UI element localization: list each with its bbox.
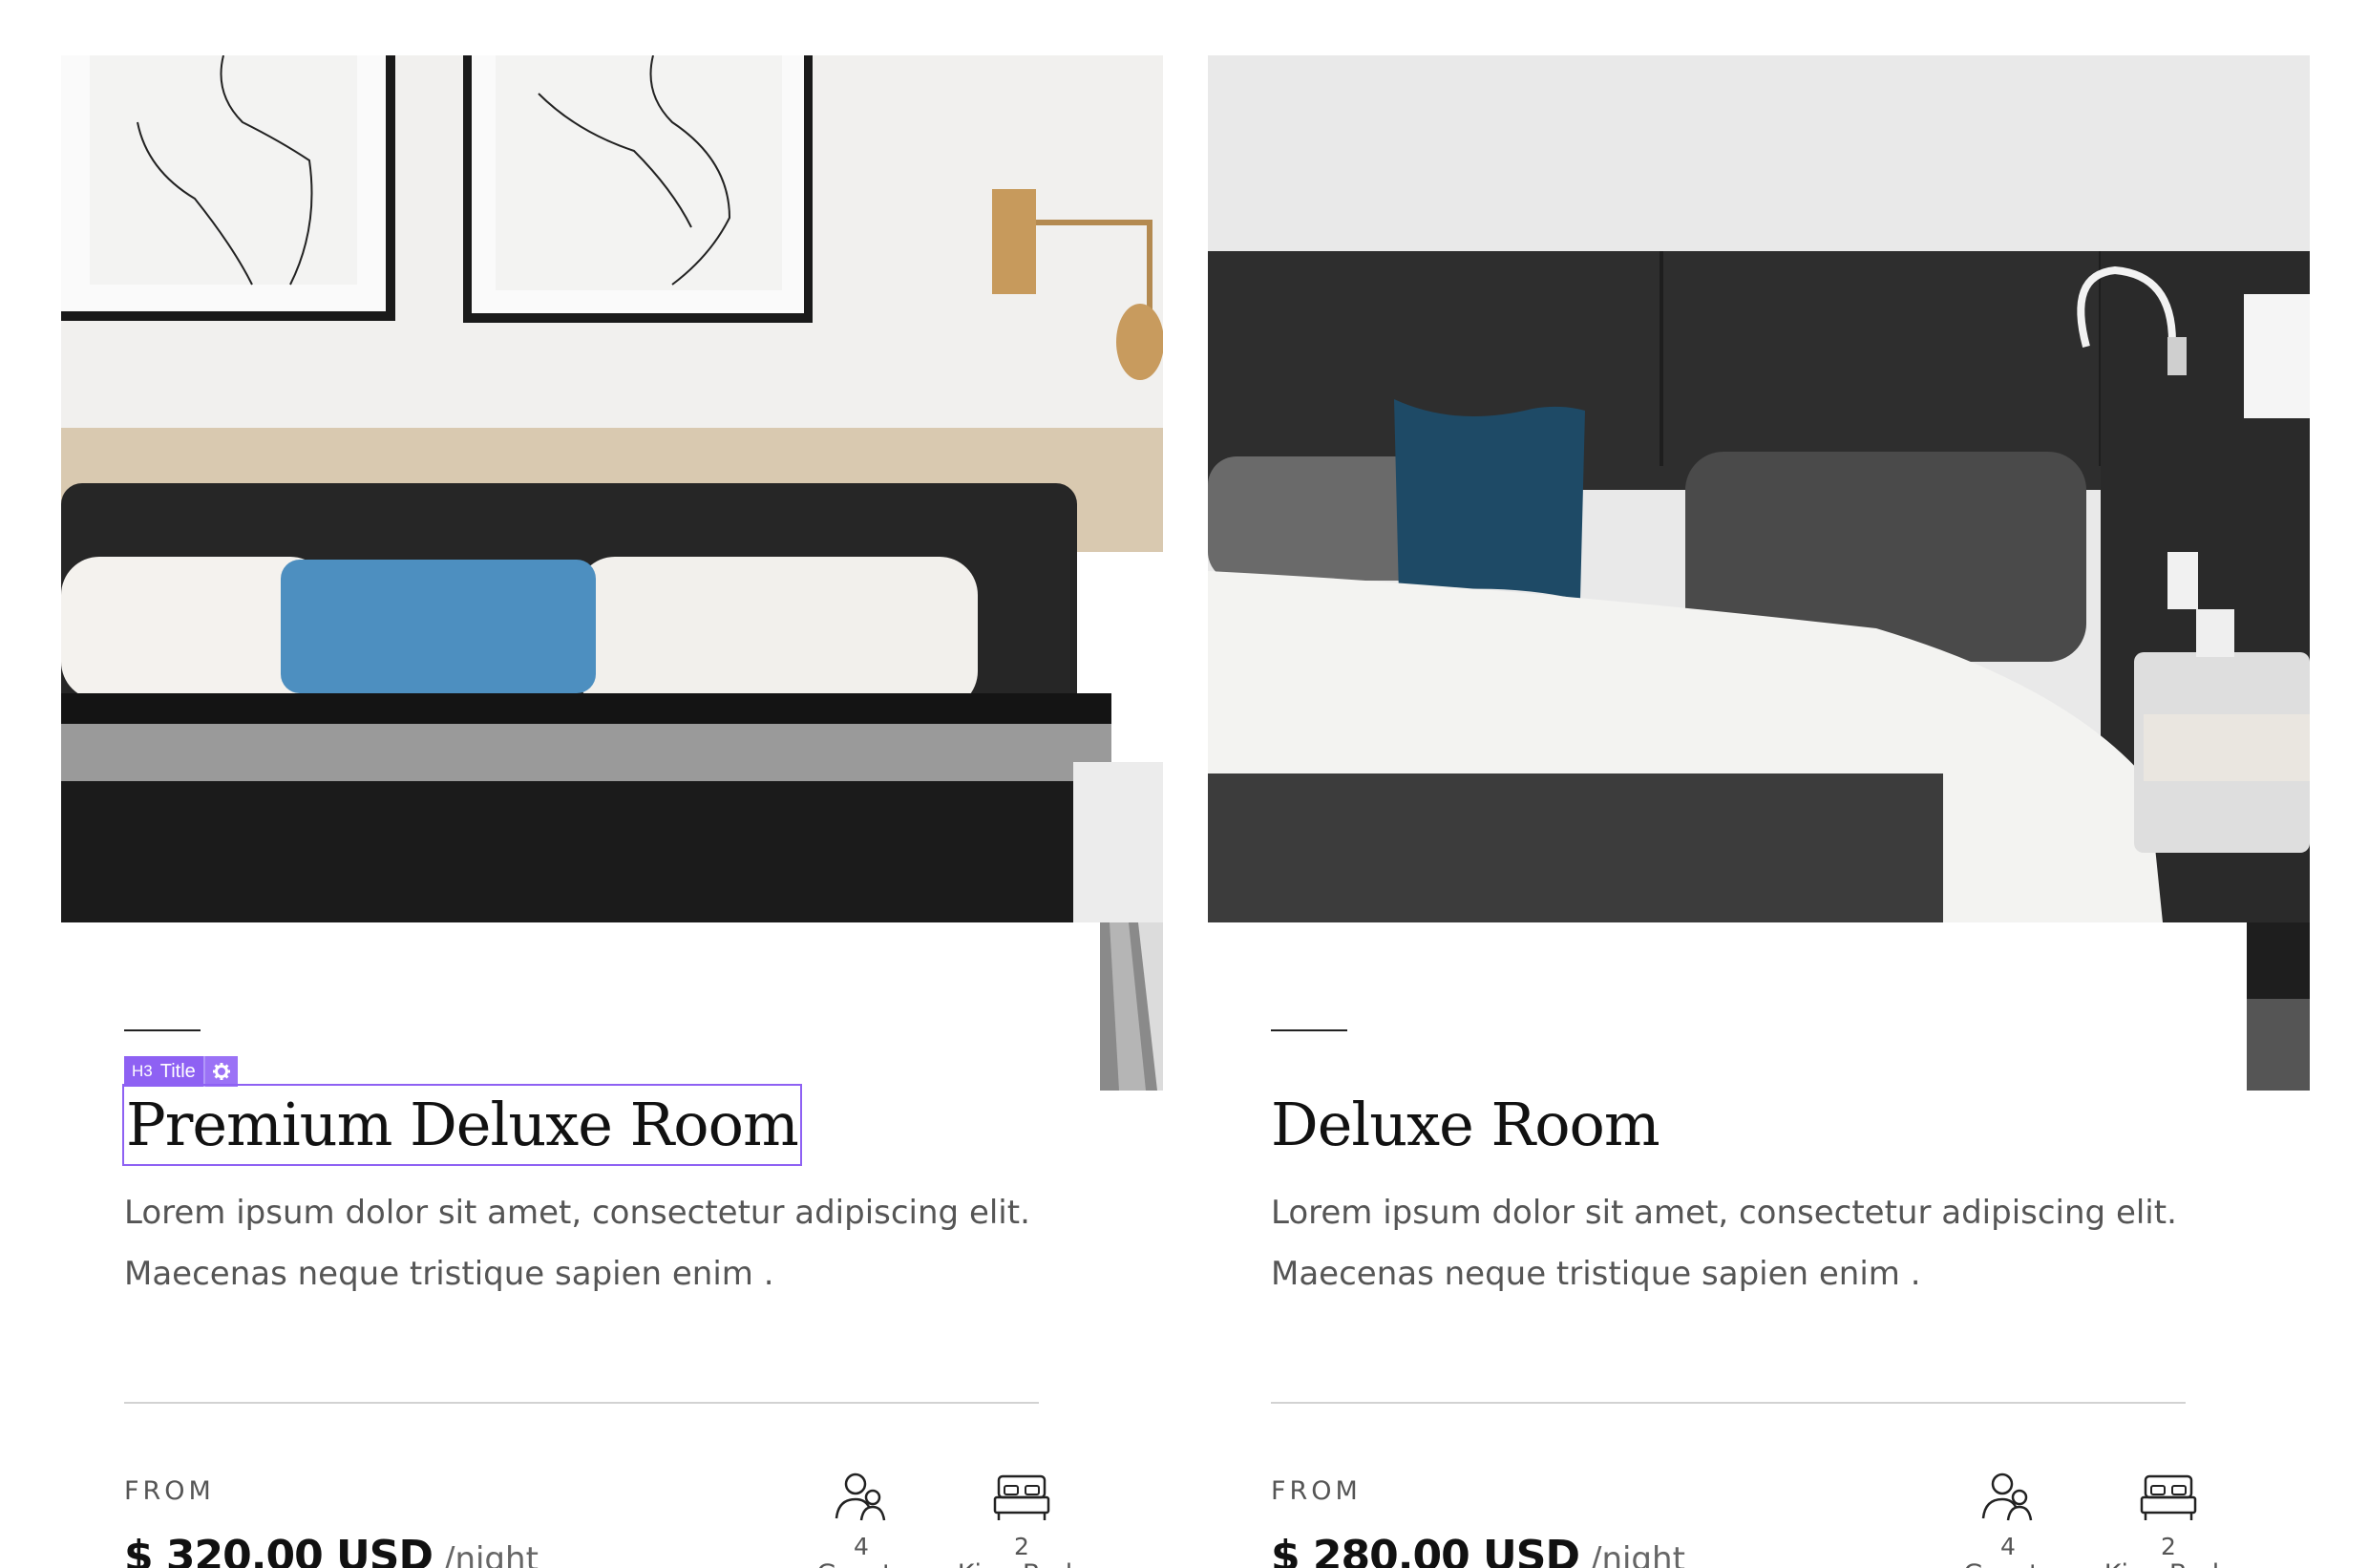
tag-element-name: Title (159, 1060, 196, 1082)
feature-guests: 4 Guests (785, 1471, 938, 1568)
price-from-label: FROM (124, 1476, 215, 1506)
guests-count: 4 (854, 1533, 869, 1560)
price-unit: /night (443, 1540, 539, 1568)
beds-label: King Beds (2104, 1560, 2232, 1568)
guests-label: Guests (1963, 1560, 2052, 1568)
room-description: Lorem ipsum dolor sit amet, consectetur … (124, 1194, 1030, 1293)
bedroom-photo (1208, 55, 2310, 922)
room-photo[interactable] (1208, 55, 2310, 922)
room-photo-edge (1100, 922, 1163, 1091)
feature-beds: 2 King Beds (945, 1471, 1098, 1568)
price-from-label: FROM (1271, 1476, 1362, 1506)
room-title[interactable]: Deluxe Room (1271, 1086, 1660, 1164)
editor-element-tag[interactable]: H3 Title (124, 1056, 238, 1087)
price-row: $ 280.00 USD /night (1271, 1532, 1685, 1568)
editor-tag-label: H3 Title (124, 1056, 203, 1087)
room-title[interactable]: Premium Deluxe Room (122, 1084, 802, 1166)
gear-icon[interactable] (202, 1056, 238, 1087)
feature-guests: 4 Guests (1932, 1471, 2084, 1568)
price-row: $ 320.00 USD /night (124, 1532, 539, 1568)
decorative-rule (124, 1029, 201, 1031)
room-photo[interactable] (61, 55, 1163, 922)
bed-icon (2140, 1474, 2197, 1520)
guests-count: 4 (2000, 1533, 2016, 1560)
beds-count: 2 (1014, 1533, 1029, 1560)
beds-label: King Beds (958, 1560, 1086, 1568)
room-price: $ 320.00 USD (124, 1532, 433, 1568)
room-description: Lorem ipsum dolor sit amet, consectetur … (1271, 1194, 2177, 1293)
room-price: $ 280.00 USD (1271, 1532, 1580, 1568)
tag-heading-level: H3 (132, 1062, 153, 1080)
bed-icon (993, 1474, 1050, 1520)
users-icon (1981, 1473, 2033, 1521)
feature-beds: 2 King Beds (2092, 1471, 2245, 1568)
bedroom-photo (2247, 922, 2310, 1091)
users-icon (835, 1473, 886, 1521)
room-card-deluxe[interactable]: Deluxe Room Lorem ipsum dolor sit amet, … (1208, 55, 2310, 1568)
room-card-premium-deluxe[interactable]: H3 Title Premium Deluxe Room Lorem ipsum… (61, 55, 1163, 1568)
bedroom-photo (61, 55, 1163, 922)
divider (124, 1402, 1039, 1404)
divider (1271, 1402, 2186, 1404)
price-unit: /night (1590, 1540, 1685, 1568)
bedroom-photo (1100, 922, 1163, 1091)
guests-label: Guests (816, 1560, 905, 1568)
beds-count: 2 (2161, 1533, 2176, 1560)
room-photo-edge (2247, 922, 2310, 1091)
decorative-rule (1271, 1029, 1347, 1031)
